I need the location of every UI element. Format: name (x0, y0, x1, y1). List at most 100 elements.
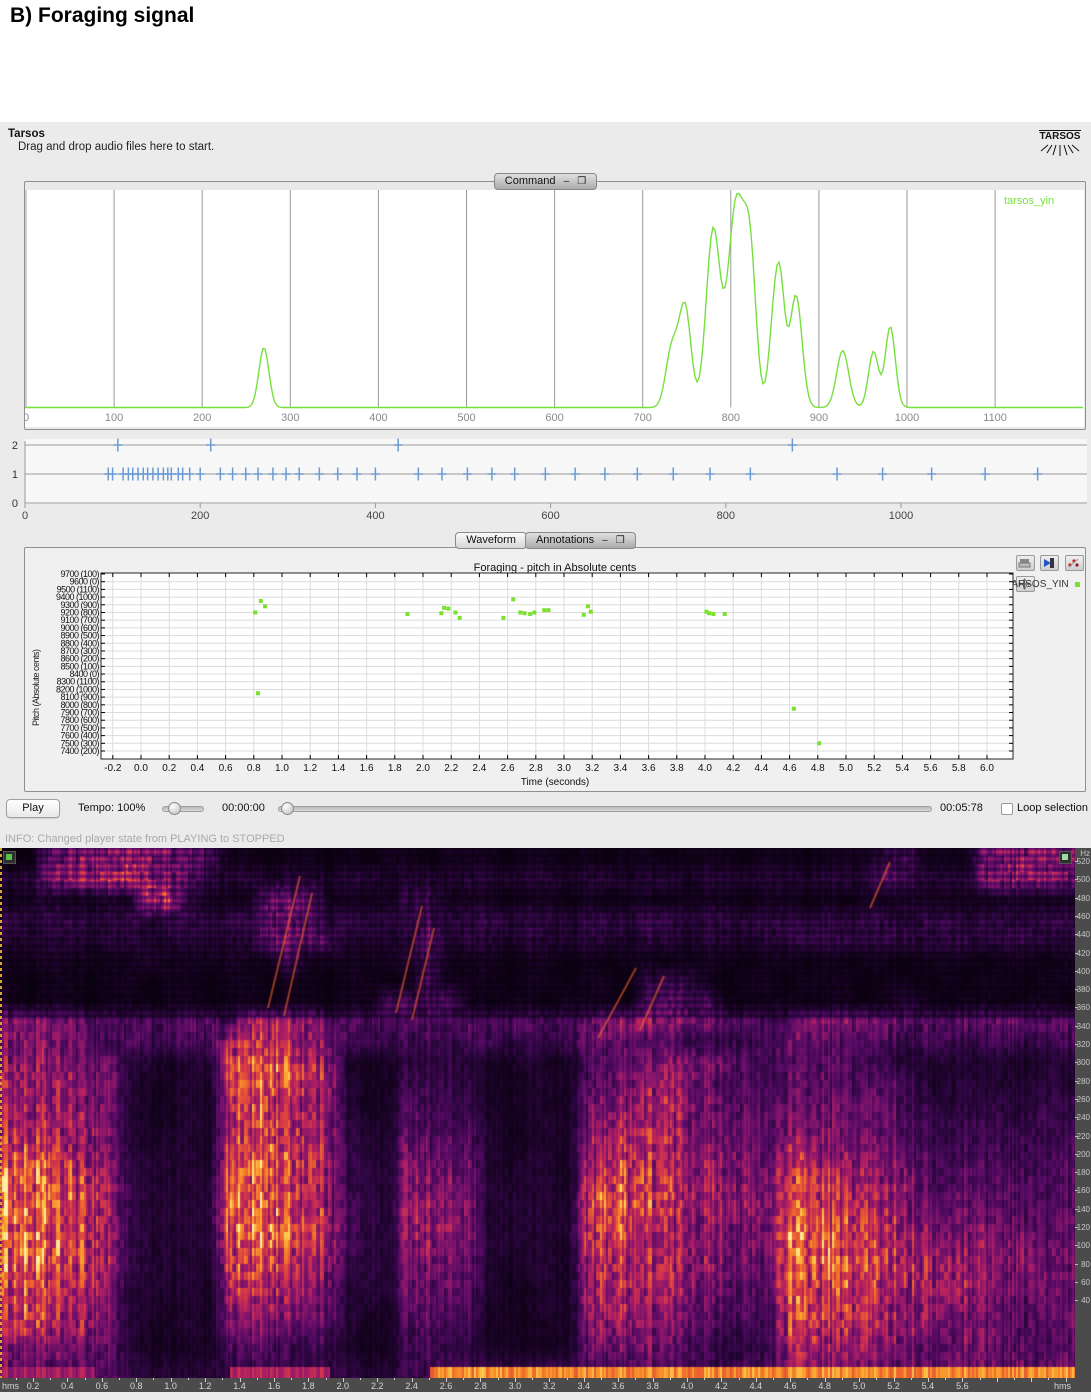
scatter-point (259, 599, 263, 603)
scatter-point (582, 613, 586, 617)
pane-settings-icon[interactable] (1059, 851, 1072, 864)
freq-tick-label: 240 (1077, 1114, 1090, 1122)
svg-text:4.2: 4.2 (726, 763, 740, 774)
scatter-point (439, 611, 443, 615)
tab-waveform[interactable]: Waveform (455, 532, 527, 549)
page-title: B) Foraging signal (10, 4, 194, 28)
svg-text:700: 700 (634, 412, 652, 424)
svg-text:600: 600 (545, 412, 563, 424)
pane-menu-icon[interactable] (3, 851, 16, 864)
pitch-annotations-chart[interactable]: -0.20.00.20.40.60.81.01.21.41.61.82.02.2… (25, 557, 1065, 789)
play-button[interactable]: Play (6, 799, 60, 818)
annotation-strip-chart[interactable]: 21002004006008001000 (0, 437, 1091, 521)
freq-tick-label: 40 (1081, 1297, 1090, 1305)
svg-text:800: 800 (717, 510, 735, 521)
scatter-point (792, 707, 796, 711)
maximize-icon[interactable]: ❐ (616, 534, 625, 547)
svg-text:400: 400 (366, 510, 384, 521)
time-tick-label: 2.4 (405, 1381, 418, 1391)
svg-text:800: 800 (722, 412, 740, 424)
seek-slider-thumb[interactable] (281, 802, 294, 815)
time-current: 00:00:00 (222, 802, 265, 814)
command-tabbar: Command – ❐ (0, 173, 1091, 191)
time-tick-label: 3.2 (543, 1381, 556, 1391)
svg-text:200: 200 (191, 510, 209, 521)
time-tick-label: 4.4 (750, 1381, 763, 1391)
scatter-point (256, 691, 260, 695)
time-tick-label: 2.0 (337, 1381, 350, 1391)
svg-text:900: 900 (810, 412, 828, 424)
scatter-point (523, 611, 527, 615)
svg-text:5.6: 5.6 (924, 763, 938, 774)
svg-text:3.4: 3.4 (613, 763, 627, 774)
seek-slider-track[interactable] (278, 806, 932, 812)
minimize-icon[interactable]: – (602, 534, 608, 547)
svg-text:4.0: 4.0 (698, 763, 712, 774)
time-tick-label: 5.4 (922, 1381, 935, 1391)
freq-tick-label: 220 (1077, 1133, 1090, 1141)
loop-selection-checkbox[interactable] (1001, 803, 1013, 815)
svg-text:5.4: 5.4 (895, 763, 909, 774)
scatter-point (511, 597, 515, 601)
svg-text:1000: 1000 (895, 412, 919, 424)
svg-text:1.0: 1.0 (275, 763, 289, 774)
svg-text:2: 2 (12, 440, 18, 452)
time-tick-label: 4.8 (818, 1381, 831, 1391)
svg-text:1.2: 1.2 (303, 763, 317, 774)
svg-text:2.2: 2.2 (444, 763, 458, 774)
time-tick-label: 5.0 (853, 1381, 866, 1391)
annotations-panel: Foraging - pitch in Absolute cents TARSO… (24, 547, 1086, 792)
pitch-histogram-chart[interactable]: 010020030040050060070080090010001100tars… (25, 190, 1084, 427)
time-tick-label: 2.6 (440, 1381, 453, 1391)
tab-waveform-label: Waveform (466, 534, 516, 546)
freq-tick-label: 480 (1077, 895, 1090, 903)
svg-text:1.8: 1.8 (388, 763, 402, 774)
svg-text:0.6: 0.6 (219, 763, 233, 774)
svg-text:3.2: 3.2 (585, 763, 599, 774)
scatter-point (446, 607, 450, 611)
svg-text:0: 0 (12, 498, 18, 510)
time-total: 00:05:78 (940, 802, 983, 814)
scatter-point (458, 616, 462, 620)
tab-command-label: Command (505, 175, 556, 187)
scatter-point (586, 604, 590, 608)
scatter-point (253, 610, 257, 614)
freq-tick-label: 120 (1077, 1224, 1090, 1232)
svg-text:4.4: 4.4 (754, 763, 768, 774)
freq-tick-label: 440 (1077, 931, 1090, 939)
svg-text:1100: 1100 (983, 412, 1007, 424)
freq-tick-label: 180 (1077, 1169, 1090, 1177)
freq-tick-label: 500 (1077, 876, 1090, 884)
svg-text:400: 400 (369, 412, 387, 424)
tarsos-logo-rays (1037, 144, 1083, 157)
time-tick-label: 5.6 (956, 1381, 969, 1391)
svg-text:0: 0 (22, 510, 28, 521)
svg-text:4.8: 4.8 (811, 763, 825, 774)
time-tick-label: 0.8 (130, 1381, 143, 1391)
maximize-icon[interactable]: ❐ (577, 175, 586, 188)
tab-command[interactable]: Command – ❐ (494, 173, 597, 190)
time-tick-label: 1.4 (233, 1381, 246, 1391)
time-axis-unit: hms (1054, 1381, 1071, 1391)
spectrogram-canvas[interactable] (0, 848, 1075, 1378)
svg-text:6.0: 6.0 (980, 763, 994, 774)
playhead-marker (0, 848, 2, 1378)
freq-tick-label: 140 (1077, 1206, 1090, 1214)
freq-tick-label: 300 (1077, 1059, 1090, 1067)
scatter-point (723, 612, 727, 616)
svg-text:5.2: 5.2 (867, 763, 881, 774)
time-tick-label: 3.4 (577, 1381, 590, 1391)
scatter-point (546, 608, 550, 612)
svg-text:-0.2: -0.2 (104, 763, 122, 774)
freq-tick-label: 520 (1077, 858, 1090, 866)
freq-tick-label: 80 (1081, 1261, 1090, 1269)
scatter-point (518, 610, 522, 614)
tab-annotations[interactable]: Annotations – ❐ (525, 532, 636, 549)
time-tick-label: 1.8 (302, 1381, 315, 1391)
layers-icon[interactable] (1065, 555, 1084, 571)
scatter-point (453, 610, 457, 614)
minimize-icon[interactable]: – (564, 175, 570, 188)
svg-text:100: 100 (105, 412, 123, 424)
time-tick-label: 0.2 (27, 1381, 40, 1391)
scatter-point (589, 610, 593, 614)
